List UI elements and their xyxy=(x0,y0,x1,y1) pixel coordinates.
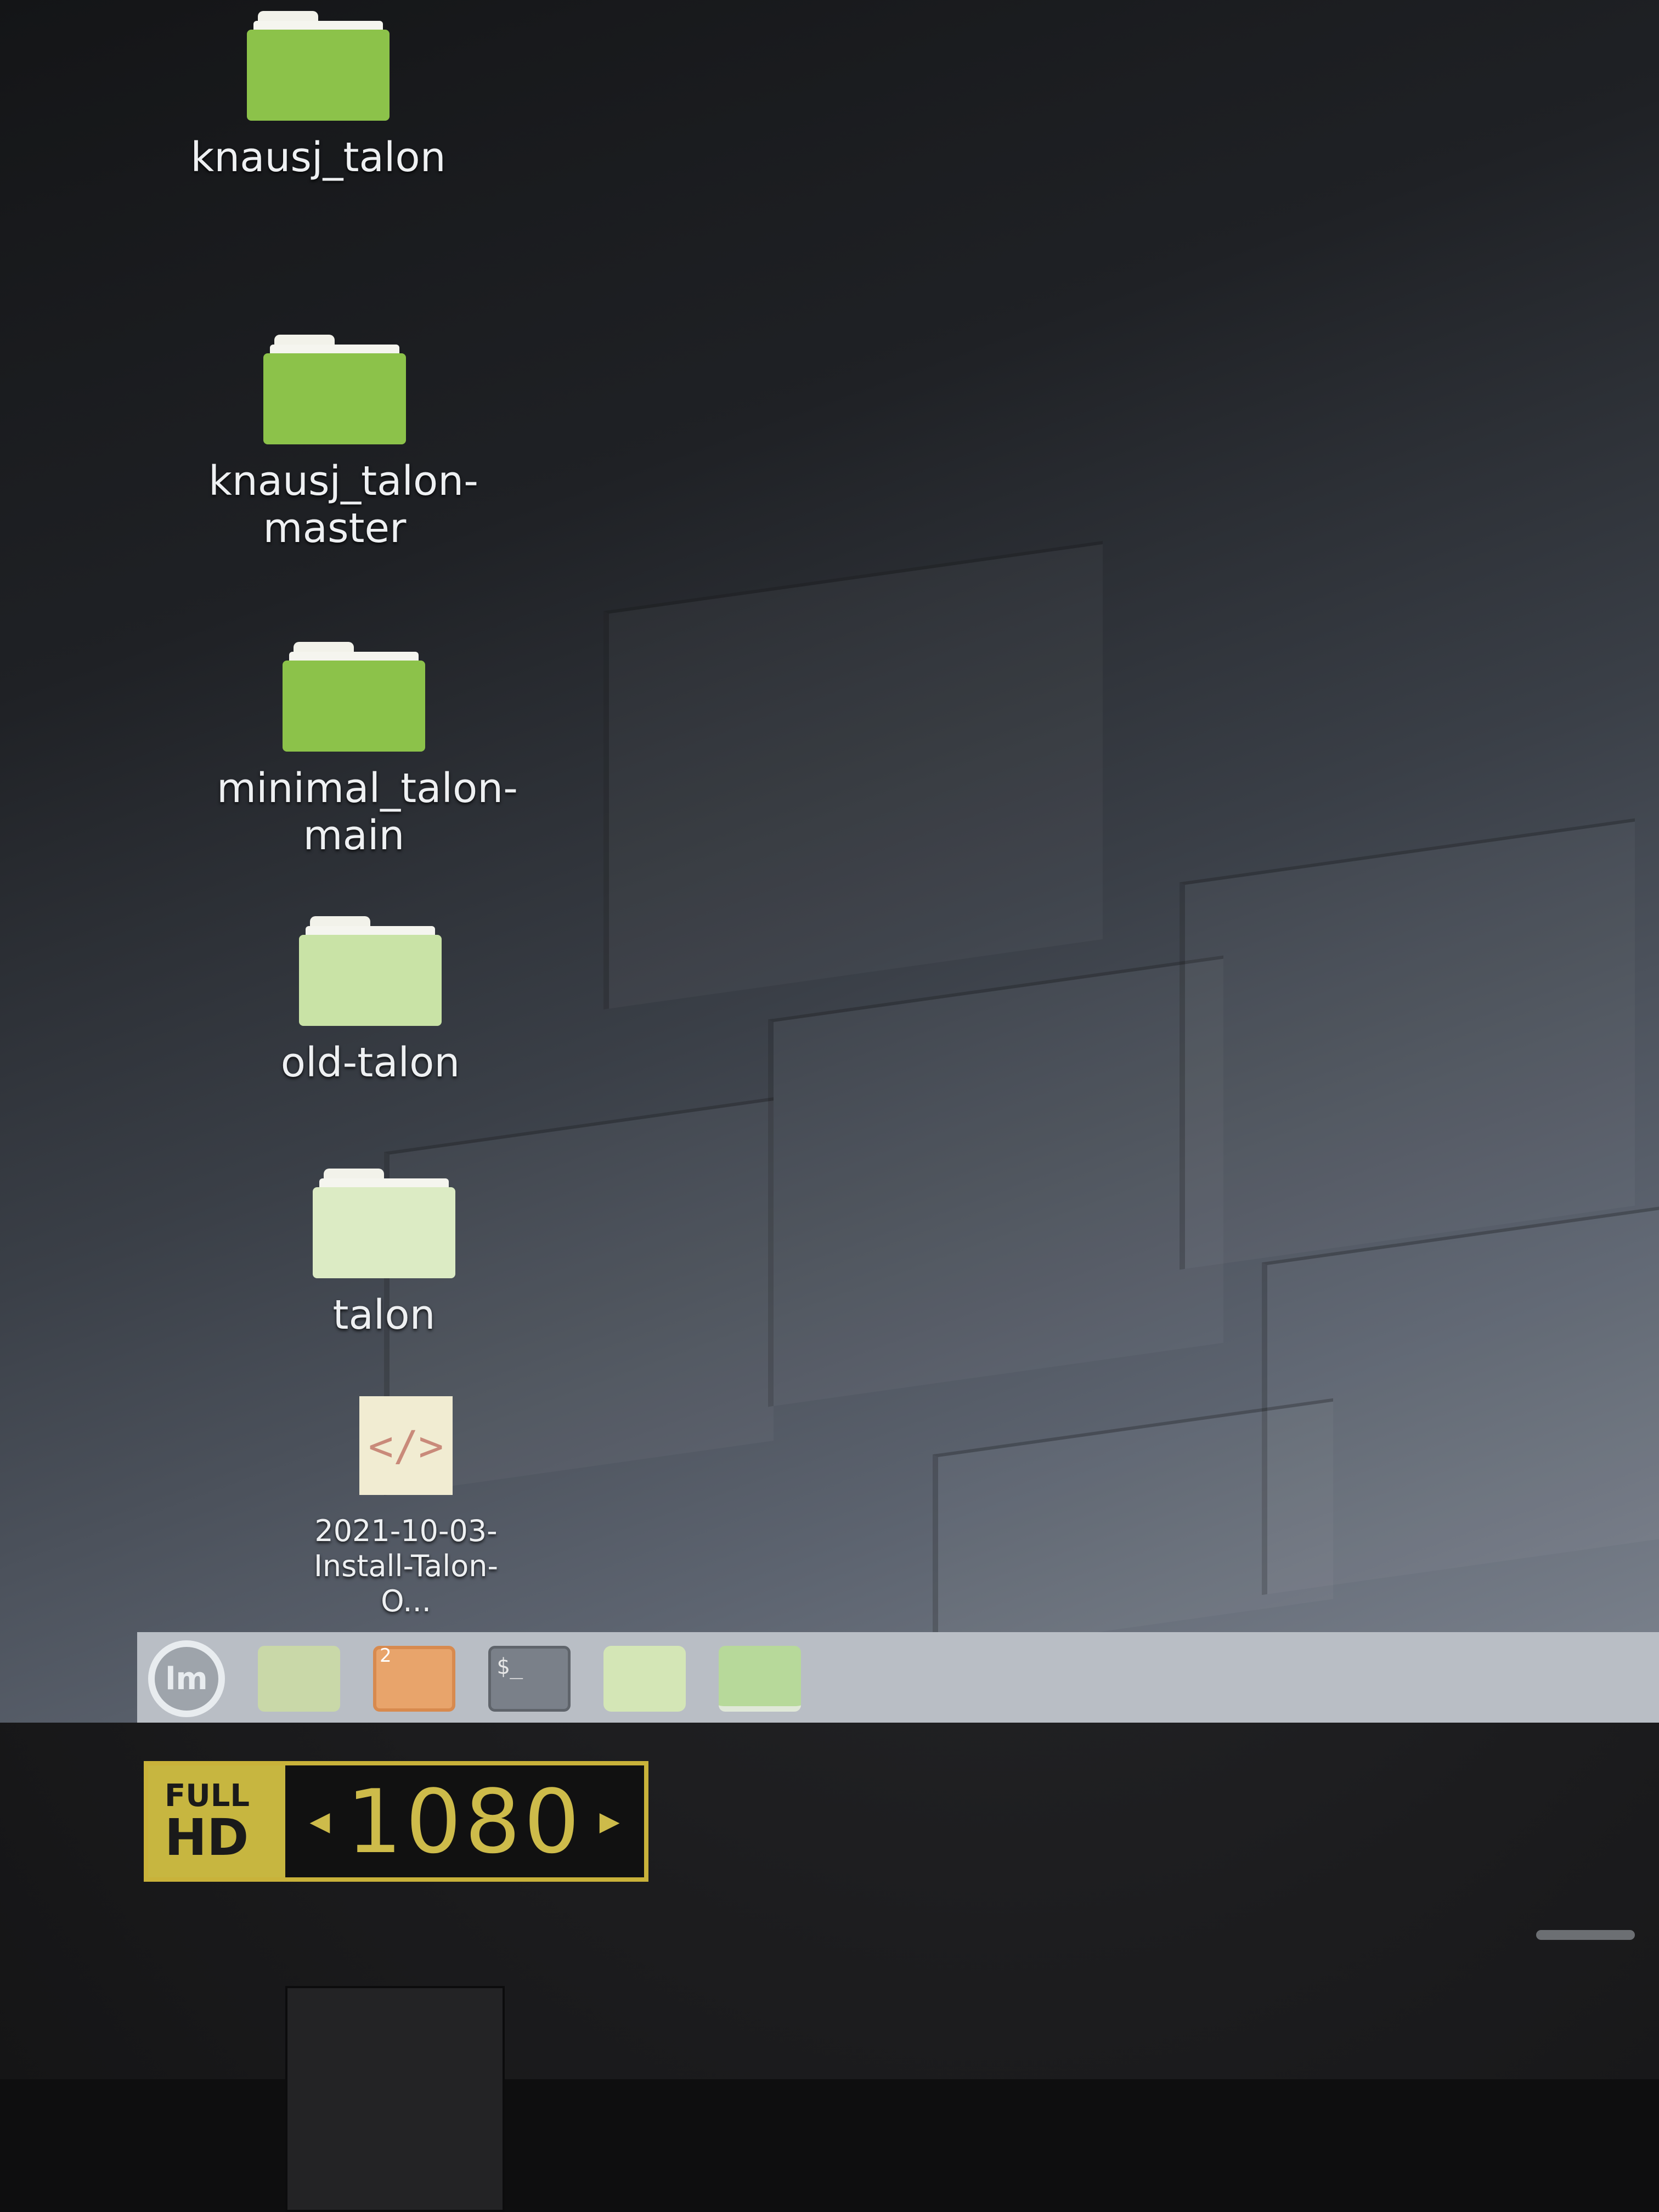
firefox-icon[interactable]: 2 xyxy=(373,1645,455,1712)
desktop-folder-knausj-talon[interactable]: knausj_talon xyxy=(165,11,472,181)
folder-icon xyxy=(283,642,425,752)
taskbar-panel: lm 2 $_ xyxy=(137,1632,1659,1723)
laptop-hinge xyxy=(285,1986,505,2212)
desktop-folder-old-talon[interactable]: old-talon xyxy=(217,916,524,1086)
files-icon[interactable] xyxy=(258,1646,340,1712)
desktop-file-install-talon[interactable]: </> 2021-10-03-Install-Talon-O... xyxy=(252,1396,560,1619)
desktop-icon-label: talon xyxy=(332,1291,436,1339)
html-file-icon: </> xyxy=(359,1396,453,1495)
desktop-icon-label: minimal_talon-main xyxy=(217,765,518,859)
sticker-resolution-text: 1080 xyxy=(346,1770,583,1873)
full-hd-sticker: FULL HD ◀ 1080 ▶ xyxy=(144,1761,648,1882)
desktop-icon-label: 2021-10-03-Install-Talon-O... xyxy=(314,1514,498,1618)
wallpaper-tile xyxy=(933,1398,1333,1656)
status-led xyxy=(1536,1930,1635,1940)
wallpaper-tile xyxy=(603,541,1103,1009)
sticker-arrow-right-icon: ▶ xyxy=(599,1806,620,1837)
desktop-screen: knausj_talon knausj_talon-master minimal… xyxy=(0,0,1659,1723)
terminal-icon[interactable]: $_ xyxy=(488,1646,571,1712)
sticker-arrow-left-icon: ◀ xyxy=(309,1806,330,1837)
desktop-folder-minimal-talon-main[interactable]: minimal_talon-main xyxy=(200,642,518,859)
desktop-folder-knausj-talon-master[interactable]: knausj_talon-master xyxy=(181,335,488,552)
desktop-icon-label: knausj_talon xyxy=(190,134,446,181)
laptop-base xyxy=(0,2079,1659,2212)
sticker-full-text: FULL xyxy=(165,1778,250,1814)
mint-menu-icon[interactable]: lm xyxy=(148,1640,225,1717)
desktop-folder-talon[interactable]: talon xyxy=(230,1169,538,1339)
folder-icon xyxy=(247,11,390,121)
folder-icon xyxy=(299,916,442,1026)
desktop-icon-label: old-talon xyxy=(280,1039,460,1086)
sticker-hd-text: HD xyxy=(165,1808,249,1867)
sticker-full-hd: FULL HD xyxy=(148,1765,285,1877)
folder-icon[interactable] xyxy=(603,1646,686,1712)
folder-icon xyxy=(313,1169,455,1278)
wallpaper-tile xyxy=(768,955,1223,1407)
active-window-icon[interactable] xyxy=(719,1646,801,1712)
desktop-icon-label: knausj_talon-master xyxy=(208,458,478,552)
folder-icon xyxy=(263,335,406,444)
window-count-badge: 2 xyxy=(380,1645,392,1667)
wallpaper-tile xyxy=(1180,818,1635,1270)
sticker-resolution: ◀ 1080 ▶ xyxy=(285,1765,644,1877)
